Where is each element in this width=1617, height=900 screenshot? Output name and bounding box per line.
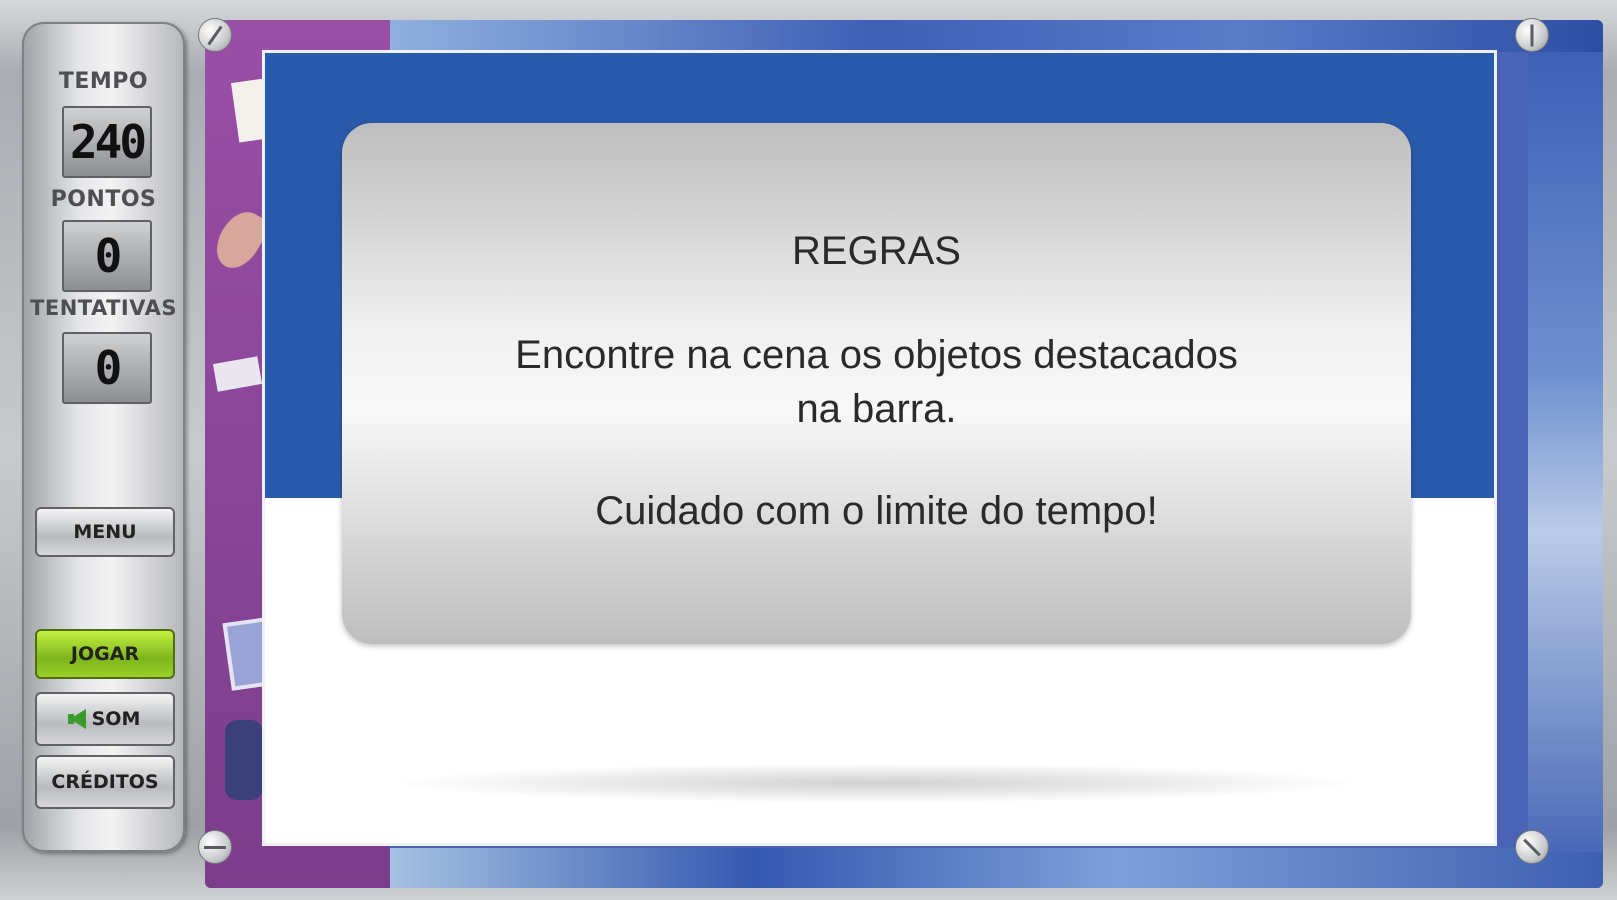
pontos-label: PONTOS <box>50 187 157 212</box>
scene-object <box>225 720 263 800</box>
screw-icon <box>1515 830 1549 864</box>
tentativas-label: TENTATIVAS <box>30 296 177 320</box>
speaker-icon <box>67 709 86 729</box>
tempo-label: TEMPO <box>58 69 149 94</box>
tempo-value: 240 <box>69 115 147 169</box>
screw-icon <box>198 18 232 52</box>
menu-button[interactable]: MENU <box>35 507 175 557</box>
tentativas-counter: 0 <box>62 332 152 404</box>
screw-icon <box>1515 18 1549 52</box>
scene-bottom-strip <box>390 848 1603 888</box>
rules-text-line: Cuidado com o limite do tempo! <box>595 489 1158 533</box>
pontos-value: 0 <box>94 229 123 283</box>
rules-text-line: Encontre na cena os objetos destacados <box>515 333 1238 377</box>
side-panel: TEMPO 240 PONTOS 0 TENTATIVAS 0 MENU JOG… <box>22 22 185 852</box>
pontos-counter: 0 <box>62 220 152 292</box>
scene-top-strip <box>390 20 1603 52</box>
dialog-title: REGRAS <box>792 229 961 273</box>
screw-icon <box>198 830 232 864</box>
rules-dialog: REGRAS Encontre na cena os objetos desta… <box>342 123 1411 644</box>
som-button[interactable]: SOM <box>35 692 175 746</box>
rules-text-line: na barra. <box>796 387 957 431</box>
scene-right-edge <box>1528 52 1603 852</box>
play-area-shadow <box>385 763 1365 803</box>
jogar-button[interactable]: JOGAR <box>35 629 175 679</box>
creditos-button[interactable]: CRÉDITOS <box>35 755 175 809</box>
tempo-counter: 240 <box>62 106 152 178</box>
som-button-label: SOM <box>91 708 141 730</box>
tentativas-value: 0 <box>94 341 123 395</box>
